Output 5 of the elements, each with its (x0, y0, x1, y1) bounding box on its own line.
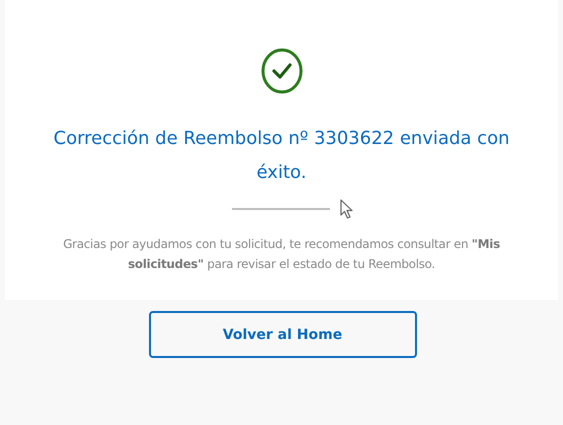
confirmation-message: Gracias por ayudamos con tu solicitud, te recomendamos consultar en "Mis solicitudes" para revisar el estado de tu Reembolso. (62, 236, 501, 273)
confirmation-title: Corrección de Reembolso nº 3303622 enviada con éxito. (52, 127, 510, 185)
home-button[interactable]: Volver al Home (148, 311, 416, 358)
check-circle-icon (260, 48, 302, 94)
mouse-pointer-icon (340, 199, 354, 219)
